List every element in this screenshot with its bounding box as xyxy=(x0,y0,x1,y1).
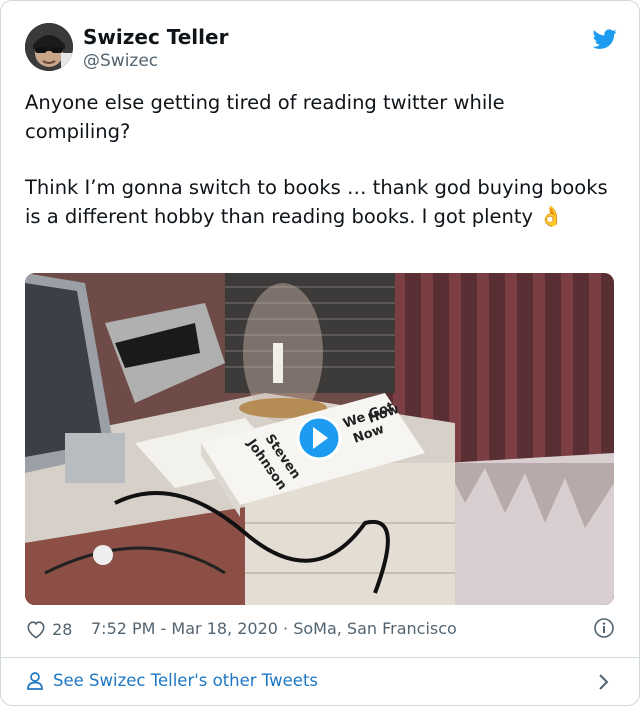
see-other-tweets-link[interactable]: See Swizec Teller's other Tweets xyxy=(25,669,615,695)
video-frame: How We Got Now Steven Johnson xyxy=(25,273,614,605)
tweet-timestamp[interactable]: 7:52 PM - Mar 18, 2020 · SoMa, San Franc… xyxy=(91,619,457,638)
chevron-right-icon xyxy=(597,673,609,695)
play-icon[interactable] xyxy=(296,415,342,461)
tweet-text: Anyone else getting tired of reading twi… xyxy=(25,89,615,231)
author-name[interactable]: Swizec Teller xyxy=(83,25,228,49)
info-icon[interactable] xyxy=(593,617,615,643)
video-thumbnail[interactable]: How We Got Now Steven Johnson xyxy=(25,273,614,605)
user-icon xyxy=(25,671,45,695)
like-button[interactable]: 28 xyxy=(25,619,72,639)
tweet-card: Swizec Teller @Swizec Anyone else gettin… xyxy=(0,0,640,706)
avatar[interactable] xyxy=(25,23,73,71)
location-text: · SoMa, San Francisco xyxy=(277,619,457,638)
tweet-paragraph-2: Think I’m gonna switch to books … thank … xyxy=(25,176,614,228)
twitter-bird-icon[interactable] xyxy=(592,27,617,51)
tweet-header: Swizec Teller @Swizec xyxy=(25,23,617,75)
divider xyxy=(1,657,639,658)
tweet-meta: 28 7:52 PM - Mar 18, 2020 · SoMa, San Fr… xyxy=(25,617,615,643)
see-other-tweets-label: See Swizec Teller's other Tweets xyxy=(53,671,319,690)
timestamp-text: 7:52 PM - Mar 18, 2020 xyxy=(91,619,278,638)
author-handle[interactable]: @Swizec xyxy=(83,51,158,71)
like-count: 28 xyxy=(52,620,73,639)
avatar-image xyxy=(25,23,73,71)
tweet-paragraph-1: Anyone else getting tired of reading twi… xyxy=(25,91,511,143)
heart-icon xyxy=(27,621,45,639)
